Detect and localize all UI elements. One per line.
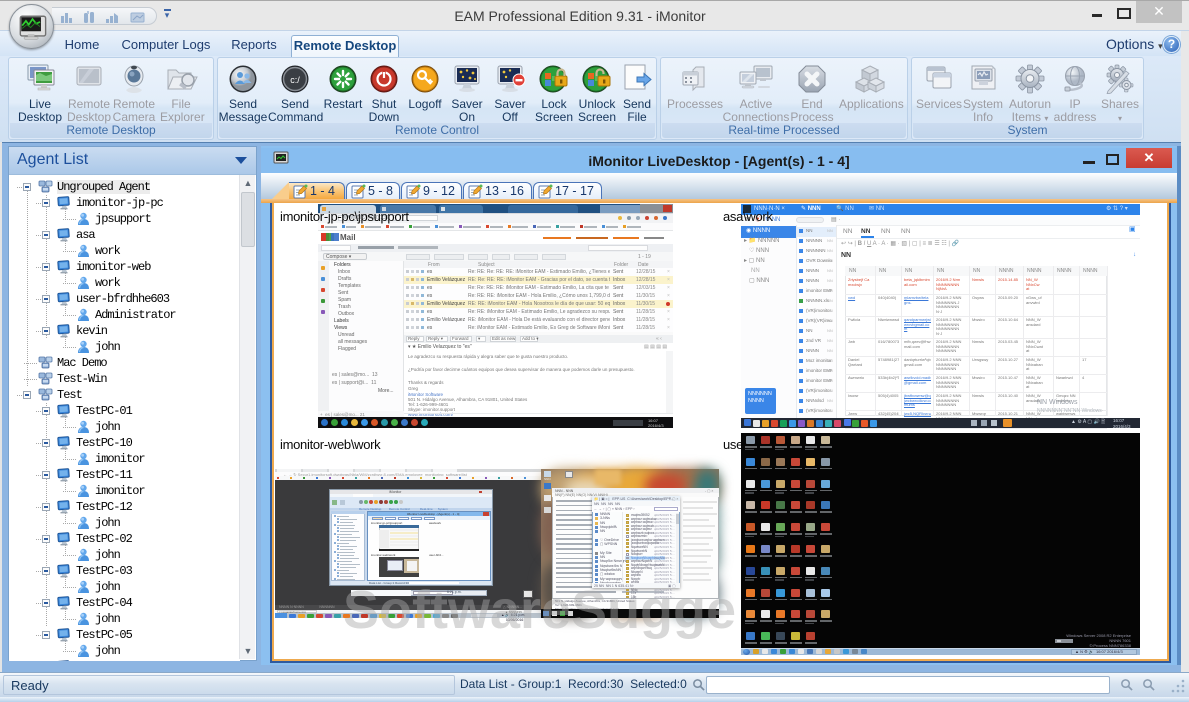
svg-text:c:/: c:/ bbox=[290, 75, 300, 85]
